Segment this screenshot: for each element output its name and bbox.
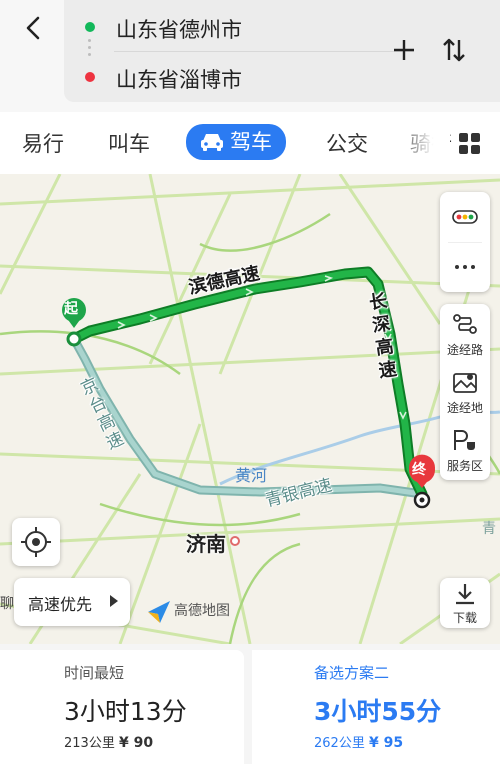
swap-route-button[interactable] [436,32,472,68]
more-modes-button[interactable] [458,132,482,156]
amap-logo-icon [148,601,170,623]
tab-bus[interactable]: 公交 [326,128,368,160]
route-distance: 213公里 [64,736,115,751]
logo-text: 高德地图 [174,603,230,619]
more-options-button[interactable] [440,243,490,292]
start-marker[interactable]: 起 [64,298,78,318]
route-input-box: 山东省德州市 山东省淄博市 [64,0,500,102]
map-pin-icon [453,373,477,393]
route-toll: ¥ 95 [368,735,404,751]
plus-icon [394,40,414,60]
route-meta: 213公里 ¥ 90 [64,732,153,751]
city-label-jinan: 济南 [186,532,226,556]
download-icon [456,584,474,605]
route-path-icon [453,314,477,334]
service-area-label: 服务区 [446,459,483,473]
map-tools-panel [440,192,490,292]
river-label: 黄河 [235,466,268,485]
edge-label-right: 青 [482,521,496,537]
amap-logo: 高德地图 [146,596,246,626]
route-option-fastest[interactable]: 时间最短 3小时13分 213公里 ¥ 90 [0,650,244,764]
transport-mode-tabs: 易行 叫车 驾车 公交 骑行 [0,112,500,174]
tab-fade-overlay [395,112,450,174]
origin-field[interactable]: 山东省德州市 [64,2,384,52]
grid-icon [459,133,480,154]
crosshair-icon [21,527,51,557]
destination-text: 山东省淄博市 [116,68,242,92]
add-waypoint-button[interactable] [386,32,422,68]
back-arrow-icon [26,16,40,40]
locate-me-button[interactable] [12,518,60,566]
waypoint-road-button[interactable]: 途经路 [440,304,490,362]
route-preference-button[interactable]: 高速优先 [14,578,130,626]
triangle-right-icon [110,595,118,607]
edge-label-left: 聊 [0,596,14,612]
traffic-light-icon [452,210,478,224]
swap-arrows-icon [443,38,465,62]
download-map-button[interactable]: 下载 [440,578,490,628]
destination-dot-icon [85,72,95,82]
parking-cup-icon [454,430,475,450]
waypoint-place-button[interactable]: 途经地 [440,362,490,420]
tab-drive[interactable]: 驾车 [186,124,286,160]
route-tag: 时间最短 [64,664,125,682]
map-view[interactable]: 起 终 滨德高速 长深高速 京台高速 青银高速 济南 黄河 青 途经路 途经地 … [0,174,500,644]
origin-dot-icon [85,22,95,32]
tab-taxi[interactable]: 叫车 [108,128,150,160]
map-canvas [0,174,500,644]
service-area-button[interactable]: 服务区 [440,420,490,478]
route-meta: 262公里 ¥ 95 [314,732,403,751]
back-button[interactable] [14,8,54,48]
tab-yixing[interactable]: 易行 [22,128,64,160]
route-tag: 备选方案二 [314,664,390,682]
waypoint-place-label: 途经地 [446,401,483,415]
more-dots-icon [455,265,475,269]
route-preference-label: 高速优先 [28,595,93,614]
route-options: 时间最短 3小时13分 213公里 ¥ 90 备选方案二 3小时55分 262公… [0,644,500,764]
route-distance: 262公里 [314,736,365,751]
tab-drive-label: 驾车 [230,130,272,154]
route-toll: ¥ 90 [118,735,154,751]
destination-field[interactable]: 山东省淄博市 [64,52,384,102]
end-marker[interactable]: 终 [412,459,426,479]
route-duration: 3小时55分 [314,697,442,726]
route-option-alternative[interactable]: 备选方案二 3小时55分 262公里 ¥ 95 [252,650,500,764]
traffic-toggle-button[interactable] [440,192,490,242]
origin-text: 山东省德州市 [116,18,242,42]
download-label: 下载 [452,611,477,625]
route-duration: 3小时13分 [64,697,187,726]
route-header: 山东省德州市 山东省淄博市 [0,0,500,112]
car-icon [201,134,223,151]
waypoint-road-label: 途经路 [446,343,483,357]
waypoint-panel: 途经路 途经地 服务区 [440,304,490,480]
